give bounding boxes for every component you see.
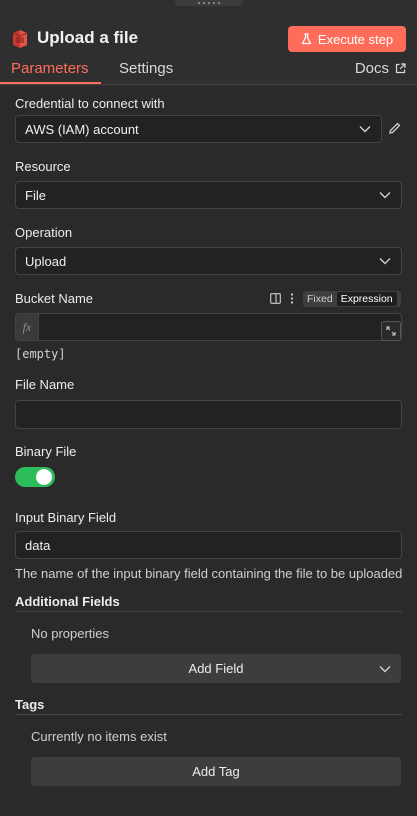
add-field-button[interactable]: Add Field xyxy=(31,654,401,683)
execute-step-button[interactable]: Execute step xyxy=(288,26,406,52)
credential-label: Credential to connect with xyxy=(15,96,165,111)
resource-value: File xyxy=(25,187,46,203)
aws-s3-icon xyxy=(12,30,28,48)
expression-result: [empty] xyxy=(15,347,66,361)
binary-file-label: Binary File xyxy=(15,444,77,459)
resource-select[interactable]: File xyxy=(15,181,402,209)
bucket-name-label: Bucket Name xyxy=(15,291,94,306)
tab-settings[interactable]: Settings xyxy=(119,60,173,77)
edit-pencil-icon[interactable] xyxy=(388,121,402,135)
no-items-text: Currently no items exist xyxy=(31,729,167,744)
divider xyxy=(15,714,402,715)
flask-icon xyxy=(301,33,312,45)
credential-value: AWS (IAM) account xyxy=(25,121,139,137)
operation-label: Operation xyxy=(15,225,73,240)
operation-select[interactable]: Upload xyxy=(15,247,402,275)
add-tag-label: Add Tag xyxy=(192,764,240,779)
docs-link[interactable]: Docs xyxy=(355,60,406,77)
parameters-form: Credential to connect with AWS (IAM) acc… xyxy=(0,86,417,816)
chevron-down-icon xyxy=(379,258,391,265)
resource-label: Resource xyxy=(15,159,71,174)
mode-expression[interactable]: Expression xyxy=(336,292,397,306)
toggle-knob xyxy=(36,469,52,485)
operation-value: Upload xyxy=(25,253,67,269)
docs-label: Docs xyxy=(354,60,389,77)
input-binary-field-input[interactable]: data xyxy=(15,531,402,559)
binary-file-toggle[interactable] xyxy=(15,467,55,487)
active-tab-indicator xyxy=(0,82,101,84)
credential-select[interactable]: AWS (IAM) account xyxy=(15,115,382,143)
bucket-name-input[interactable]: fx xyxy=(15,313,402,341)
node-panel: Upload a file Execute step Parameters Se… xyxy=(0,0,417,816)
tab-parameters[interactable]: Parameters xyxy=(11,60,89,77)
additional-fields-label: Additional Fields xyxy=(15,594,120,609)
mode-fixed[interactable]: Fixed xyxy=(303,293,337,305)
fx-label: fx xyxy=(16,314,39,340)
input-binary-field-value: data xyxy=(25,537,51,553)
tags-label: Tags xyxy=(15,697,45,712)
no-properties-text: No properties xyxy=(31,626,110,641)
execute-step-label: Execute step xyxy=(317,31,394,47)
input-binary-field-label: Input Binary Field xyxy=(15,510,117,525)
expand-editor-icon[interactable] xyxy=(381,321,401,341)
chevron-down-icon xyxy=(379,192,391,199)
file-name-label: File Name xyxy=(15,377,75,392)
node-title: Upload a file xyxy=(37,28,139,47)
divider xyxy=(15,611,402,612)
file-name-input[interactable] xyxy=(15,400,402,429)
external-link-icon xyxy=(395,63,406,74)
chevron-down-icon xyxy=(379,666,391,673)
more-options-icon[interactable] xyxy=(290,293,294,304)
fixed-expression-switch: Fixed Expression xyxy=(303,291,401,307)
add-tag-button[interactable]: Add Tag xyxy=(31,757,401,786)
drag-handle[interactable] xyxy=(175,0,243,6)
panel-header: Upload a file Execute step xyxy=(0,8,417,56)
chevron-down-icon xyxy=(359,126,371,133)
add-field-label: Add Field xyxy=(188,661,244,676)
panel-toggle-icon[interactable] xyxy=(270,293,281,304)
tab-bar: Parameters Settings Docs xyxy=(0,56,417,85)
input-binary-field-hint: The name of the input binary field conta… xyxy=(15,566,403,581)
